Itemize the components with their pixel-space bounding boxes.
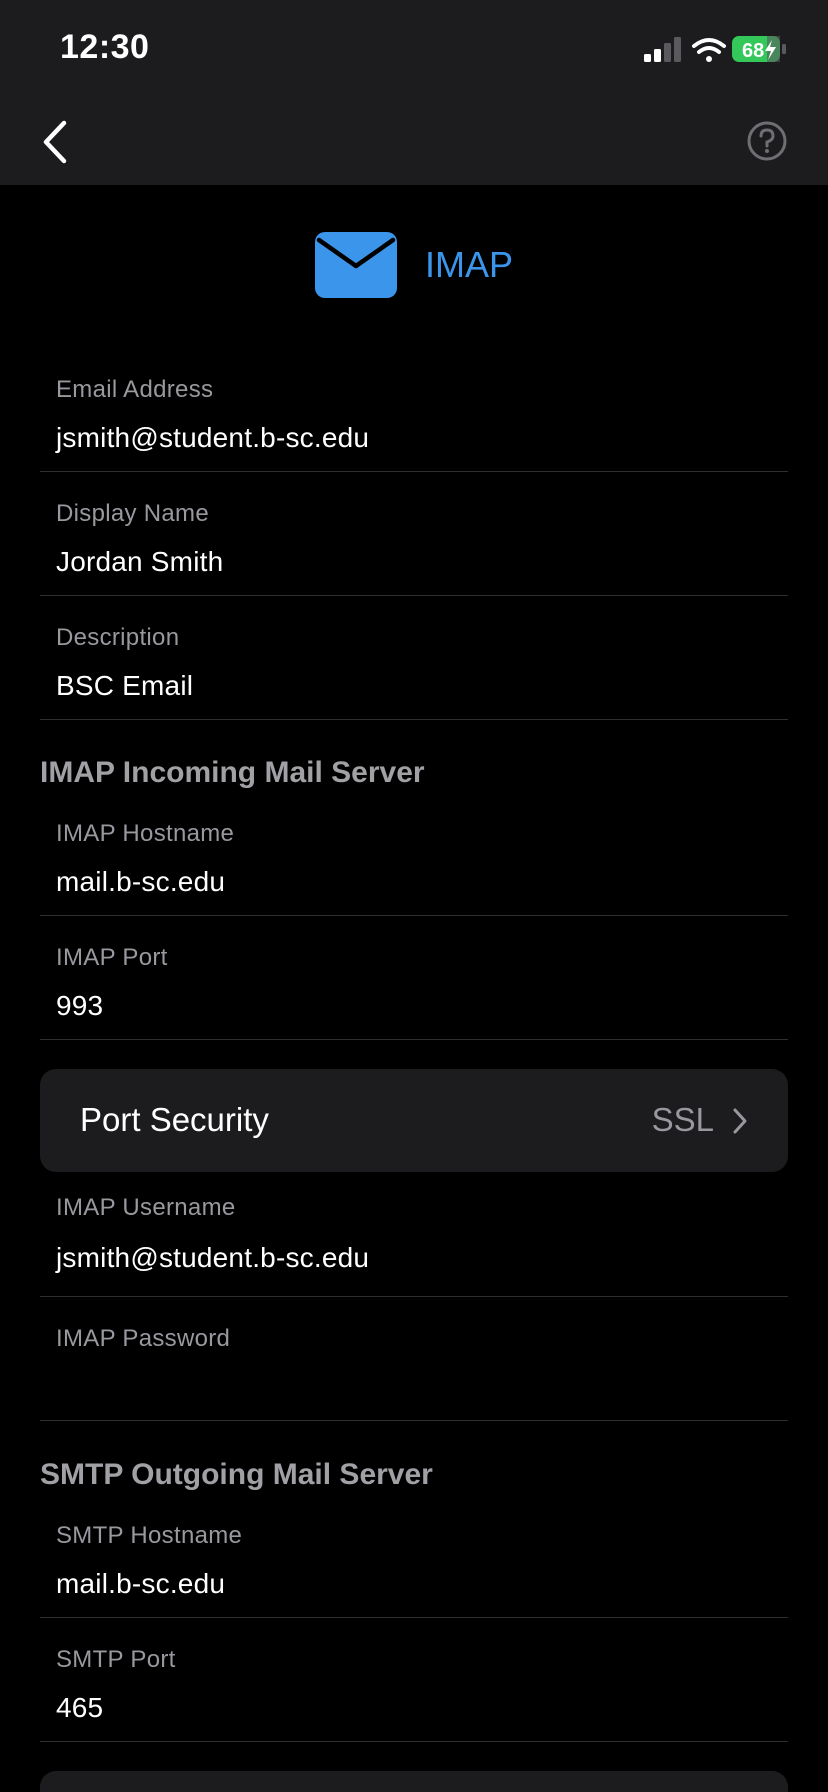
- field-value[interactable]: mail.b-sc.edu: [56, 1568, 225, 1600]
- nav-bar: [0, 100, 828, 185]
- signal-wifi-battery-icons: 68: [644, 36, 786, 62]
- help-button[interactable]: [746, 120, 788, 162]
- incoming-server-heading: IMAP Incoming Mail Server: [40, 756, 425, 789]
- field-label: Description: [56, 624, 180, 651]
- account-type-title: IMAP: [424, 244, 513, 285]
- port-security-row[interactable]: Port Security SSL: [40, 1069, 788, 1172]
- description-field[interactable]: Description BSC Email: [40, 596, 788, 720]
- cellular-signal-icon: [644, 37, 681, 62]
- next-row-partial[interactable]: [40, 1771, 788, 1792]
- display-name-field[interactable]: Display Name Jordan Smith: [40, 472, 788, 596]
- battery-icon: 68: [732, 36, 786, 62]
- back-button[interactable]: [38, 116, 88, 168]
- imap-password-field[interactable]: IMAP Password: [40, 1297, 788, 1421]
- field-label: IMAP Port: [56, 944, 168, 971]
- port-security-value: SSL: [651, 1101, 714, 1138]
- status-time: 12:30: [60, 28, 150, 66]
- outgoing-server-heading: SMTP Outgoing Mail Server: [40, 1458, 433, 1491]
- field-value[interactable]: Jordan Smith: [56, 546, 223, 578]
- smtp-port-field[interactable]: SMTP Port 465: [40, 1618, 788, 1742]
- port-security-label: Port Security: [80, 1101, 269, 1138]
- imap-port-field[interactable]: IMAP Port 993: [40, 916, 788, 1040]
- field-value[interactable]: 465: [56, 1692, 103, 1724]
- field-label: IMAP Hostname: [56, 820, 235, 847]
- status-icons: 68: [644, 34, 794, 66]
- imap-hostname-field[interactable]: IMAP Hostname mail.b-sc.edu: [40, 792, 788, 916]
- field-value[interactable]: jsmith@student.b-sc.edu: [56, 1242, 369, 1274]
- field-label: IMAP Password: [56, 1325, 231, 1352]
- chevron-right-icon: [733, 1108, 747, 1134]
- email-address-field[interactable]: Email Address jsmith@student.b-sc.edu: [40, 348, 788, 472]
- field-value[interactable]: BSC Email: [56, 670, 193, 702]
- field-label: SMTP Port: [56, 1646, 176, 1673]
- field-label: Display Name: [56, 500, 209, 527]
- field-value[interactable]: mail.b-sc.edu: [56, 866, 225, 898]
- field-value[interactable]: 993: [56, 990, 103, 1022]
- field-value[interactable]: jsmith@student.b-sc.edu: [56, 422, 369, 454]
- field-label: SMTP Hostname: [56, 1522, 243, 1549]
- question-circle-icon: [747, 121, 787, 161]
- imap-username-field[interactable]: IMAP Username jsmith@student.b-sc.edu: [40, 1174, 788, 1297]
- wifi-icon: [692, 38, 726, 62]
- field-label: Email Address: [56, 376, 214, 403]
- envelope-icon: [314, 232, 397, 298]
- smtp-hostname-field[interactable]: SMTP Hostname mail.b-sc.edu: [40, 1494, 788, 1618]
- chevron-left-icon: [43, 120, 67, 164]
- field-label: IMAP Username: [56, 1194, 236, 1221]
- svg-text:68: 68: [742, 40, 764, 62]
- status-bar: 12:30 68: [0, 0, 828, 100]
- account-type-header: IMAP: [0, 230, 828, 300]
